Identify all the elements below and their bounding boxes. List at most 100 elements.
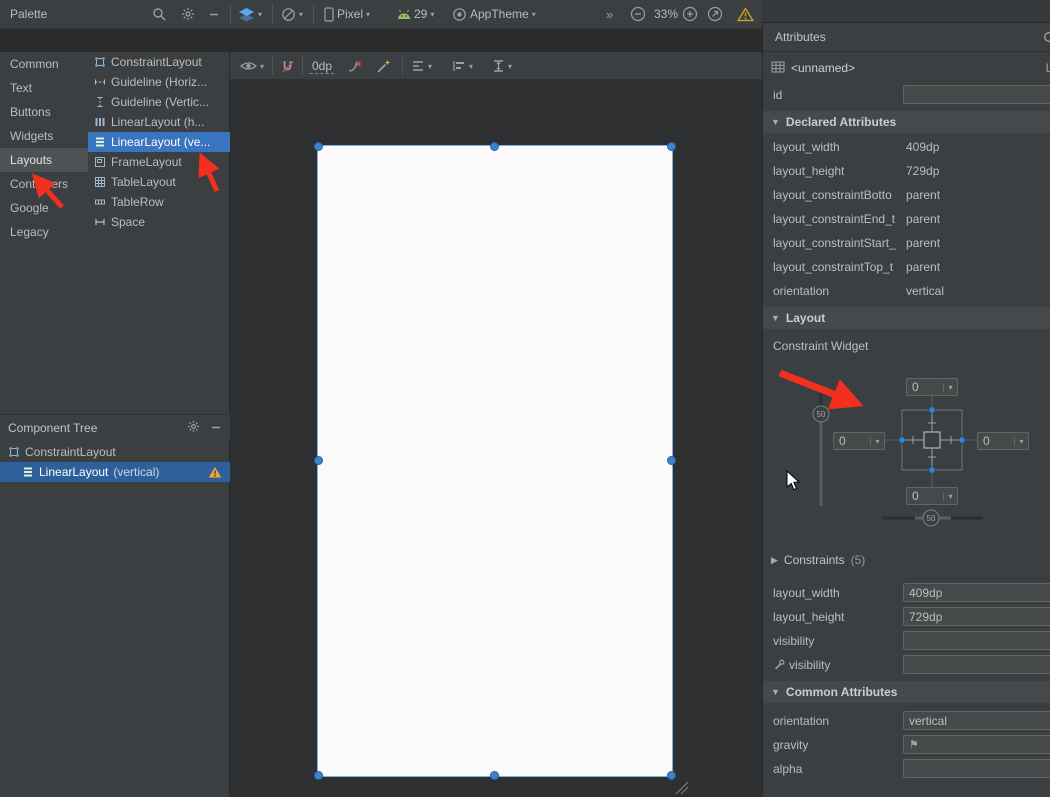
margin-bottom-dropdown[interactable]: 0 ▾ (906, 487, 958, 505)
component-tree-settings-button[interactable] (187, 420, 200, 436)
selection-handle-top-left[interactable] (314, 142, 323, 151)
palette-item-guideline-vertical[interactable]: Guideline (Vertic... (88, 92, 230, 112)
theme-selector[interactable]: AppTheme ▾ (452, 0, 536, 28)
vertical-bias-badge[interactable]: 50 (817, 410, 826, 419)
zoom-to-fit-button[interactable] (707, 0, 723, 28)
selection-handle-right-center[interactable] (667, 456, 676, 465)
framelayout-icon (94, 156, 106, 168)
api-selector[interactable]: 29 ▾ (397, 0, 434, 28)
id-input[interactable] (903, 85, 1050, 104)
clear-constraints-button[interactable] (346, 52, 363, 80)
search-icon[interactable] (1043, 31, 1050, 46)
margin-left-dropdown[interactable]: 0 ▾ (833, 432, 885, 450)
toolbar-overflow-button[interactable]: » (606, 0, 613, 28)
device-artboard[interactable] (318, 146, 672, 776)
section-common-attributes[interactable]: ▼ Common Attributes (763, 681, 1050, 703)
selection-handle-bottom-right[interactable] (667, 771, 676, 780)
gravity-input[interactable]: ⚑ (903, 735, 1050, 754)
palette-item-framelayout[interactable]: FrameLayout (88, 152, 230, 172)
margin-top-dropdown[interactable]: 0 ▾ (906, 378, 958, 396)
tools-visibility-input[interactable] (903, 655, 1050, 674)
category-legacy[interactable]: Legacy (0, 220, 88, 244)
declared-row[interactable]: layout_constraintTop_t parent (763, 255, 1050, 279)
palette-item-tablelayout[interactable]: TableLayout (88, 172, 230, 192)
layout-width-input[interactable]: 409dp (903, 583, 1050, 602)
orientation-input[interactable]: vertical (903, 711, 1050, 730)
selection-handle-top-center[interactable] (490, 142, 499, 151)
zoom-in-button[interactable] (682, 0, 698, 28)
layout-warnings-button[interactable] (737, 0, 754, 28)
device-selector[interactable]: Pixel ▾ (324, 0, 370, 28)
palette-item-guideline-horizontal[interactable]: Guideline (Horiz... (88, 72, 230, 92)
section-closed-icon: ▶ (771, 555, 778, 566)
tree-item-constraintlayout[interactable]: ConstraintLayout (0, 442, 230, 462)
pack-selector[interactable]: ▾ (411, 52, 432, 80)
category-buttons[interactable]: Buttons (0, 100, 88, 124)
selection-handle-left-center[interactable] (314, 456, 323, 465)
component-tree-title: Component Tree (8, 421, 97, 435)
attr-value[interactable]: parent (906, 236, 940, 250)
autoconnect-toggle[interactable] (280, 52, 295, 80)
attr-name: alpha (773, 762, 802, 776)
constraints-group[interactable]: ▶ Constraints (5) (763, 549, 1050, 571)
tree-item-linearlayout-vertical[interactable]: LinearLayout (vertical) (0, 462, 230, 482)
attr-value[interactable]: parent (906, 212, 940, 226)
infer-constraints-button[interactable] (376, 52, 392, 80)
attr-value[interactable]: 729dp (906, 164, 939, 178)
palette-item-linearlayout-vertical[interactable]: LinearLayout (ve... (88, 132, 230, 152)
declared-row[interactable]: orientation vertical (763, 279, 1050, 303)
toolbar-divider (302, 56, 303, 75)
category-google[interactable]: Google (0, 196, 88, 220)
declared-row[interactable]: layout_width 409dp (763, 135, 1050, 159)
declared-row[interactable]: layout_constraintBotto parent (763, 183, 1050, 207)
selection-handle-top-right[interactable] (667, 142, 676, 151)
selection-handle-bottom-left[interactable] (314, 771, 323, 780)
category-text[interactable]: Text (0, 76, 88, 100)
section-layout[interactable]: ▼ Layout (763, 307, 1050, 329)
palette-item-space[interactable]: Space (88, 212, 230, 232)
alpha-input[interactable] (903, 759, 1050, 778)
guidelines-selector[interactable]: ▾ (492, 52, 512, 80)
margin-value: 0 (978, 434, 1014, 448)
tree-item-suffix: (vertical) (113, 465, 159, 479)
edge-truncated-text: Li (1046, 61, 1050, 75)
align-selector[interactable]: ▾ (452, 52, 473, 80)
pack-icon (411, 60, 425, 72)
category-layouts[interactable]: Layouts (0, 148, 88, 172)
zoom-out-button[interactable] (630, 0, 646, 28)
canvas-resize-grip[interactable] (674, 780, 690, 796)
visibility-input[interactable] (903, 631, 1050, 650)
section-declared-attributes[interactable]: ▼ Declared Attributes (763, 111, 1050, 133)
declared-row[interactable]: layout_constraintStart_ parent (763, 231, 1050, 255)
attr-value[interactable]: parent (906, 260, 940, 274)
chevron-down-icon: ▾ (366, 10, 370, 19)
design-surface[interactable] (230, 80, 762, 797)
selection-handle-bottom-center[interactable] (490, 771, 499, 780)
attr-value[interactable]: parent (906, 188, 940, 202)
zoom-out-icon (630, 6, 646, 22)
view-options-button[interactable]: ▾ (240, 52, 264, 80)
palette-hide-button[interactable] (208, 0, 220, 28)
palette-item-tablerow[interactable]: TableRow (88, 192, 230, 212)
palette-item-linearlayout-horizontal[interactable]: LinearLayout (h... (88, 112, 230, 132)
palette-settings-button[interactable] (181, 0, 195, 28)
palette-search-button[interactable] (152, 0, 166, 28)
default-margin-selector[interactable]: 0dp (310, 52, 334, 80)
blueprint-mode-selector[interactable]: ▾ (281, 0, 303, 28)
design-surface-selector[interactable]: ▾ (238, 0, 262, 28)
chevron-down-icon: ▾ (428, 62, 432, 71)
attr-value[interactable]: 409dp (906, 140, 939, 154)
layout-height-input[interactable]: 729dp (903, 607, 1050, 626)
palette-item-constraintlayout[interactable]: ConstraintLayout (88, 52, 230, 72)
category-containers[interactable]: Containers (0, 172, 88, 196)
zoom-level[interactable]: 33% (654, 0, 678, 28)
declared-row[interactable]: layout_constraintEnd_t parent (763, 207, 1050, 231)
category-widgets[interactable]: Widgets (0, 124, 88, 148)
warning-badge[interactable] (208, 466, 222, 478)
horizontal-bias-badge[interactable]: 50 (927, 514, 936, 523)
component-tree-hide-button[interactable] (210, 421, 222, 436)
margin-right-dropdown[interactable]: 0 ▾ (977, 432, 1029, 450)
declared-row[interactable]: layout_height 729dp (763, 159, 1050, 183)
category-common[interactable]: Common (0, 52, 88, 76)
attr-value[interactable]: vertical (906, 284, 944, 298)
